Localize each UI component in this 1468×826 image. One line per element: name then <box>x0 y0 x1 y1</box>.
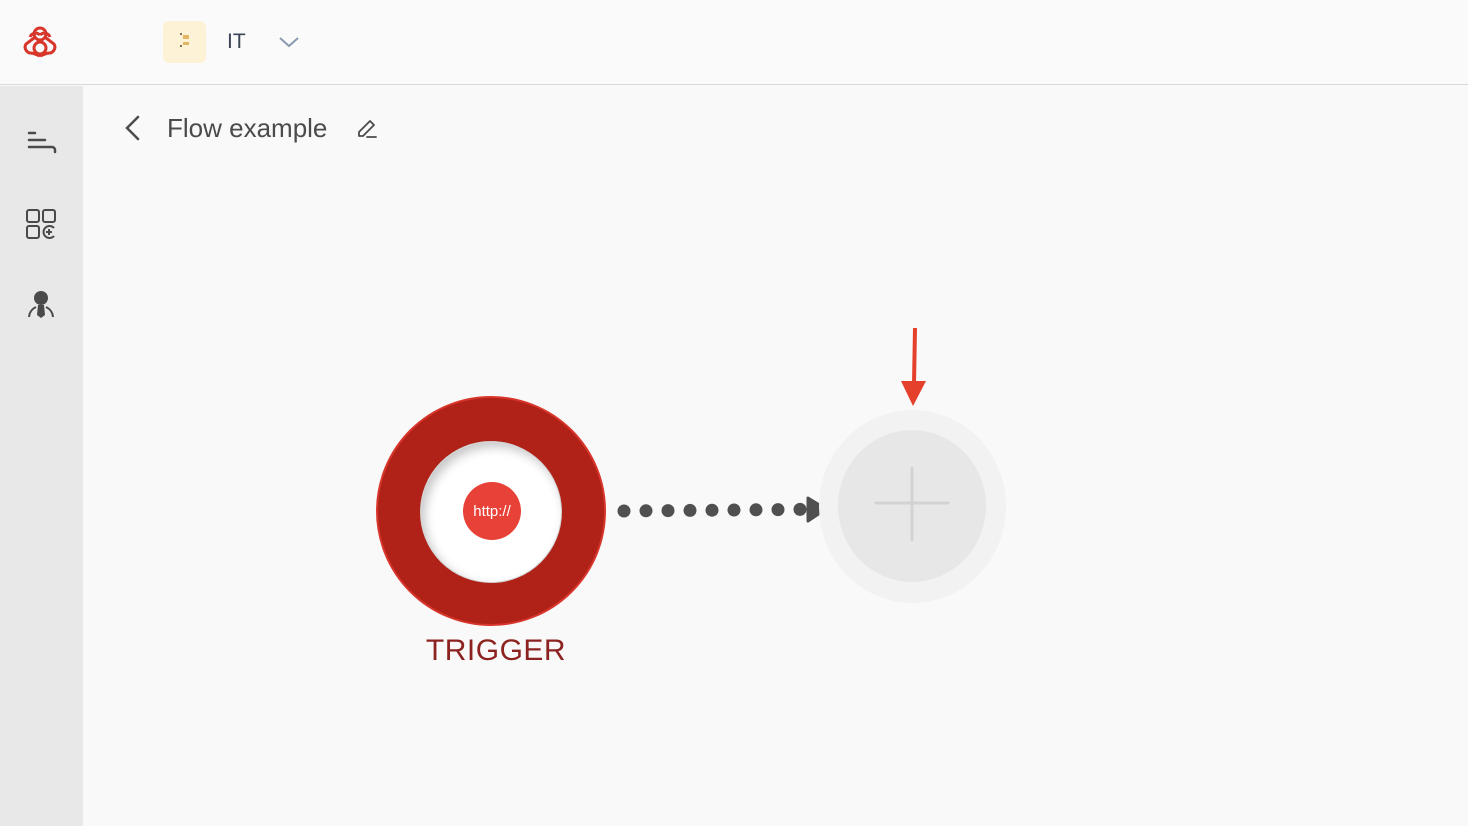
pencil-icon <box>354 120 380 146</box>
sidebar <box>0 86 83 826</box>
trigger-node-inner: http:// <box>420 441 562 583</box>
http-icon: http:// <box>463 482 521 540</box>
apps-add-icon <box>24 207 58 246</box>
page-title: Flow example <box>167 113 328 143</box>
red-down-arrow-icon <box>898 326 930 410</box>
user-agent-icon <box>25 287 57 326</box>
add-step-button[interactable] <box>819 410 1006 603</box>
edit-title-button[interactable] <box>354 116 380 142</box>
hourglass-icon <box>178 31 192 54</box>
workspace-avatar[interactable] <box>163 21 206 63</box>
sidebar-item-users[interactable] <box>20 285 62 327</box>
workspace-name[interactable]: IT <box>227 30 246 54</box>
flows-list-icon <box>23 127 59 164</box>
plus-icon <box>874 466 950 547</box>
trigger-node[interactable]: http:// <box>376 396 606 626</box>
brand-logo-icon[interactable] <box>20 25 60 59</box>
flow-canvas[interactable] <box>83 86 1468 826</box>
dotted-arrow-icon <box>612 494 832 524</box>
chevron-left-icon <box>120 115 146 146</box>
trigger-label: TRIGGER <box>425 634 567 667</box>
top-bar: IT <box>0 0 1468 85</box>
chevron-down-icon[interactable] <box>277 32 301 52</box>
trigger-icon-text: http:// <box>473 502 511 520</box>
sidebar-item-integrations[interactable] <box>20 205 62 247</box>
back-button[interactable] <box>120 114 146 142</box>
add-step-inner <box>838 430 986 582</box>
sidebar-item-flows[interactable] <box>20 124 62 166</box>
